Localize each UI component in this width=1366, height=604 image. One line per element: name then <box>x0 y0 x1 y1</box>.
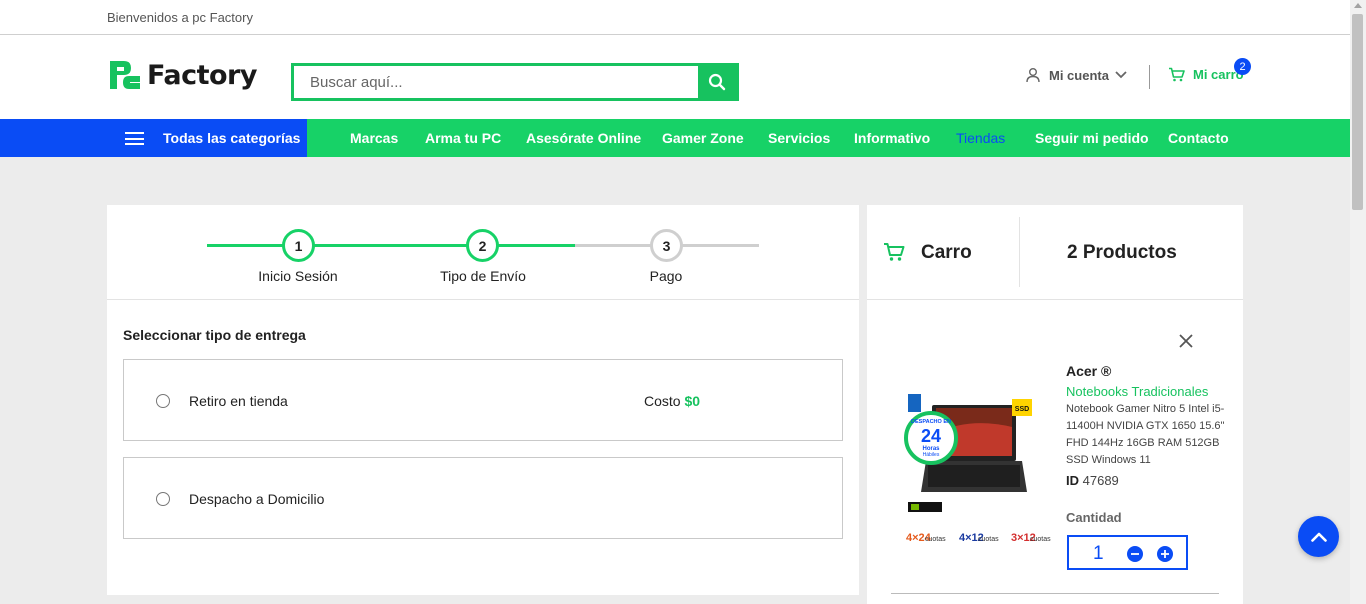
increase-quantity-button[interactable] <box>1157 546 1173 562</box>
decrease-quantity-button[interactable] <box>1127 546 1143 562</box>
plus-icon <box>1161 550 1169 558</box>
ssd-badge: SSD <box>1015 406 1029 413</box>
step-circle-2: 2 <box>466 229 499 262</box>
cart-summary-header: Carro 2 Productos <box>867 205 1243 300</box>
progress-line-done <box>207 244 575 247</box>
user-icon <box>1026 68 1040 83</box>
remove-item-icon[interactable] <box>1178 333 1194 349</box>
nav-item-contacto[interactable]: Contacto <box>1168 130 1229 146</box>
nav-item-tiendas[interactable]: Tiendas <box>956 130 1005 146</box>
minus-icon <box>1131 553 1139 555</box>
nav-item-seguir-mi-pedido[interactable]: Seguir mi pedido <box>1035 130 1149 146</box>
cuotas-label-3: cuotas <box>1030 536 1051 543</box>
pickup-cost: Costo $0 <box>644 393 700 409</box>
search-icon <box>708 73 726 91</box>
back-to-top-button[interactable] <box>1298 516 1339 557</box>
main-nav: Todas las categorías Marcas Arma tu PC A… <box>0 119 1350 157</box>
scroll-up-arrow-icon[interactable] <box>1354 3 1362 8</box>
product-name[interactable]: Notebook Gamer Nitro 5 Intel i5-11400H N… <box>1066 401 1226 469</box>
account-menu[interactable]: Mi cuenta <box>1025 67 1127 83</box>
nav-item-servicios[interactable]: Servicios <box>768 130 830 146</box>
cuotas-label-2: cuotas <box>978 536 999 543</box>
product-image[interactable]: SSD DESPACHO EN 24 Horas Hábiles 4×24 cu… <box>890 393 1052 548</box>
cart-panel: Carro 2 Productos SSD DESPACHO EN 24 Hor… <box>867 205 1243 604</box>
step-circle-3: 3 <box>650 229 683 262</box>
home-delivery-radio[interactable] <box>156 492 170 506</box>
nav-item-marcas[interactable]: Marcas <box>350 130 398 146</box>
welcome-text: Bienvenidos a pc Factory <box>107 10 253 25</box>
cart-icon <box>884 243 905 261</box>
product-id-label: ID <box>1066 473 1079 488</box>
despacho-badge-text: DESPACHO EN <box>911 419 951 425</box>
delivery-option-pickup[interactable]: Retiro en tienda Costo $0 <box>123 359 843 441</box>
quantity-value: 1 <box>1093 543 1104 564</box>
cart-header-divider <box>1019 217 1020 287</box>
account-label: Mi cuenta <box>1049 67 1109 83</box>
cost-value: $0 <box>684 393 701 409</box>
cart-count-badge: 2 <box>1234 58 1251 75</box>
scrollbar-thumb[interactable] <box>1352 14 1363 210</box>
product-id-value: 47689 <box>1082 473 1119 488</box>
despacho-hours-number: 24 <box>921 426 941 446</box>
cost-label: Costo <box>644 393 681 409</box>
nav-item-arma-tu-pc[interactable]: Arma tu PC <box>425 130 501 146</box>
header-divider <box>1149 65 1150 89</box>
home-delivery-label: Despacho a Domicilio <box>189 491 325 507</box>
cart-title: Carro <box>921 242 972 263</box>
checkout-panel: 1 Inicio Sesión 2 Tipo de Envío 3 Pago S… <box>107 205 859 595</box>
delivery-option-home[interactable]: Despacho a Domicilio <box>123 457 843 539</box>
hamburger-icon <box>125 132 144 145</box>
quantity-label: Cantidad <box>1066 510 1122 525</box>
step-label-1: Inicio Sesión <box>258 268 338 284</box>
chevron-up-icon <box>1310 532 1327 542</box>
pickup-label: Retiro en tienda <box>189 393 288 409</box>
logo-text: Factory <box>147 59 257 91</box>
product-count: 2 Productos <box>1067 242 1177 263</box>
step-label-3: Pago <box>649 268 683 284</box>
cart-icon <box>1169 67 1185 82</box>
checkout-steps: 1 Inicio Sesión 2 Tipo de Envío 3 Pago <box>107 205 859 300</box>
product-category[interactable]: Notebooks Tradicionales <box>1066 384 1208 399</box>
logo-mark-icon <box>110 61 140 89</box>
search-bar <box>291 63 739 101</box>
item-divider <box>891 593 1219 594</box>
search-input[interactable] <box>294 66 699 98</box>
all-categories-button[interactable]: Todas las categorías <box>0 119 307 157</box>
nav-item-asesorate-online[interactable]: Asesórate Online <box>526 130 641 146</box>
pc-factory-logo[interactable]: Factory <box>107 57 257 93</box>
page-scrollbar[interactable] <box>1350 0 1366 604</box>
pickup-radio[interactable] <box>156 394 170 408</box>
cart-link[interactable]: Mi carro <box>1168 67 1244 82</box>
product-id: ID 47689 <box>1066 473 1119 488</box>
delivery-section-title: Seleccionar tipo de entrega <box>123 327 306 343</box>
header: Factory Mi cuenta Mi carro 2 <box>0 35 1350 119</box>
step-label-2: Tipo de Envío <box>440 268 526 284</box>
search-button[interactable] <box>698 66 736 98</box>
quantity-stepper: 1 <box>1067 535 1188 570</box>
nav-item-informativo[interactable]: Informativo <box>854 130 930 146</box>
nav-item-gamer-zone[interactable]: Gamer Zone <box>662 130 744 146</box>
despacho-habiles-text: Hábiles <box>923 452 940 458</box>
all-categories-label: Todas las categorías <box>163 130 301 146</box>
cuotas-label-1: cuotas <box>925 536 946 543</box>
product-brand: Acer ® <box>1066 363 1112 379</box>
top-bar: Bienvenidos a pc Factory <box>0 0 1350 35</box>
chevron-down-icon <box>1115 71 1127 79</box>
step-circle-1: 1 <box>282 229 315 262</box>
